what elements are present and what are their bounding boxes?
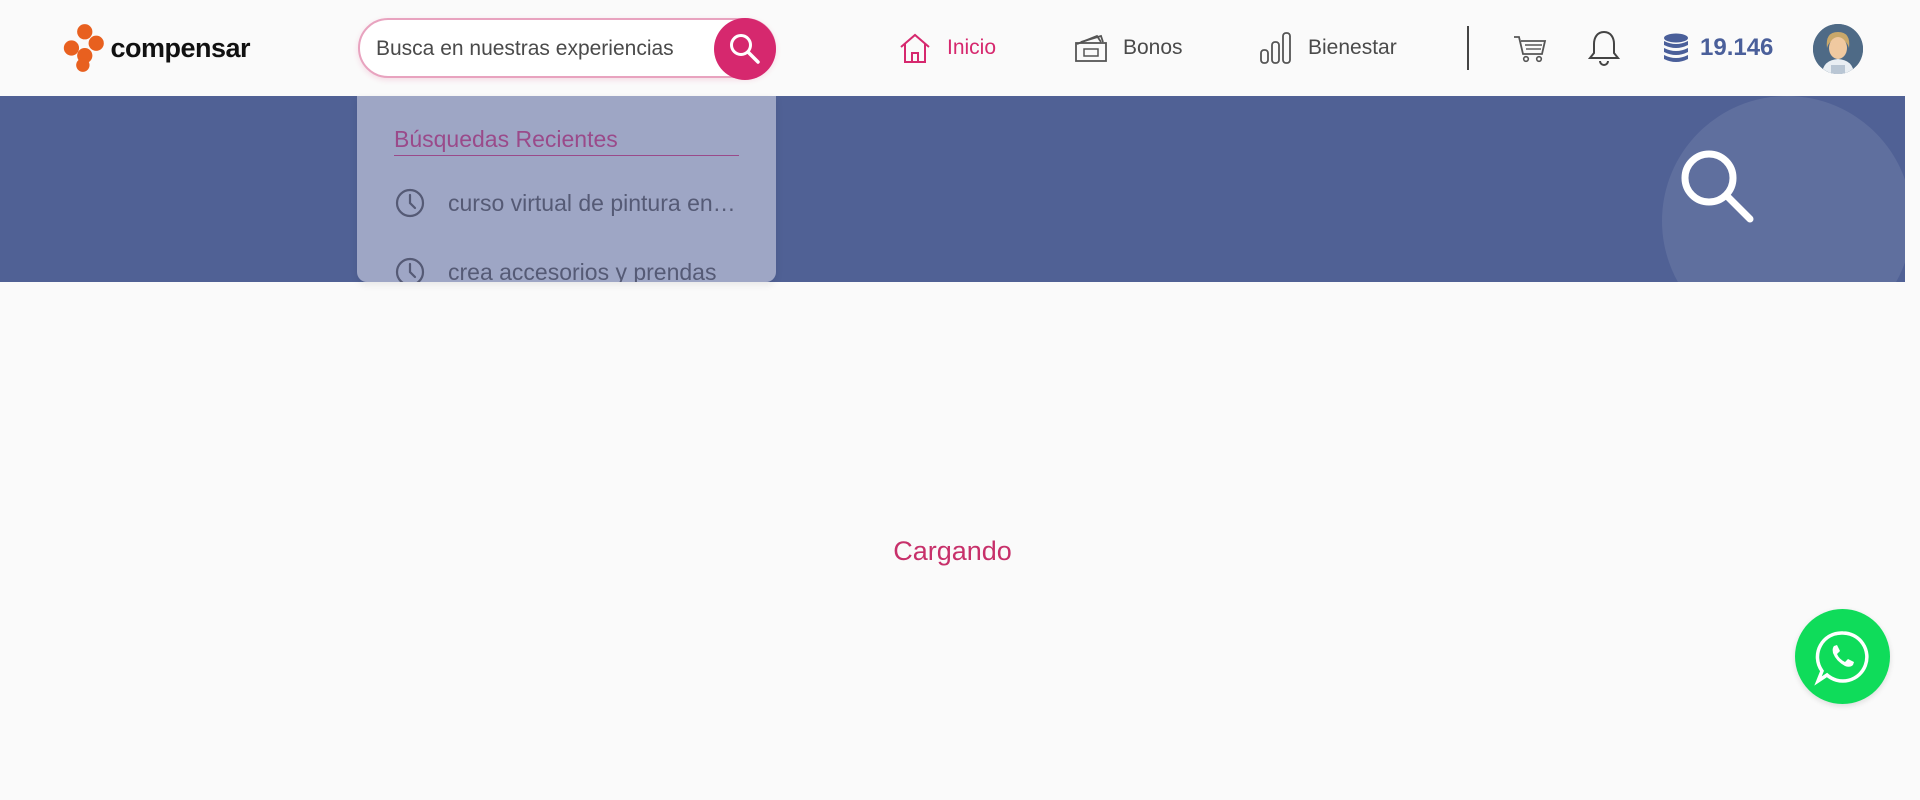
bar-chart-icon [1260,32,1291,64]
nav-inicio[interactable]: Inicio [897,26,996,70]
header-divider [1467,26,1469,70]
nav-bonos-label: Bonos [1123,36,1183,59]
notifications-button[interactable] [1582,26,1626,70]
logo-icon [63,24,104,72]
nav-bonos[interactable]: Bonos [1073,26,1183,70]
voucher-icon [1075,34,1107,62]
nav-inicio-label: Inicio [947,36,997,59]
search-button[interactable] [714,18,776,80]
recent-searches-dropdown: Búsquedas Recientes curso virtual de pin… [357,96,776,282]
compensar-logo[interactable]: compensar [60,22,250,74]
search-box [358,18,776,80]
cart-button[interactable] [1508,26,1552,70]
coins-icon [1664,33,1688,62]
search-icon [730,34,760,64]
nav-bienestar[interactable]: Bienestar [1258,26,1397,70]
search-banner [0,96,1905,282]
whatsapp-button[interactable] [1795,609,1890,704]
logo-text: compensar [110,32,250,63]
banner-search-icon [1681,150,1754,223]
user-avatar-icon [1813,24,1863,74]
recent-searches-title: Búsquedas Recientes [394,126,739,156]
recent-search-item[interactable]: crea accesorios y prendas [394,255,738,282]
clock-icon [395,188,425,218]
recent-search-text: crea accesorios y prendas [448,258,717,283]
clock-icon [395,257,425,282]
points-balance[interactable]: 19.146 [1660,28,1773,68]
nav-bienestar-label: Bienestar [1308,36,1397,59]
avatar[interactable] [1813,24,1863,74]
search-input[interactable] [376,34,706,64]
points-value: 19.146 [1700,34,1774,61]
whatsapp-icon [1813,630,1869,686]
recent-search-text: curso virtual de pintura en acuarela [448,189,738,216]
top-header: compensar Inicio Bonos [0,0,1905,96]
bell-icon [1587,30,1621,66]
loading-text: Cargando [893,536,1012,566]
home-icon [900,33,930,63]
cart-icon [1514,36,1547,63]
recent-search-item[interactable]: curso virtual de pintura en acuarela [394,186,738,220]
